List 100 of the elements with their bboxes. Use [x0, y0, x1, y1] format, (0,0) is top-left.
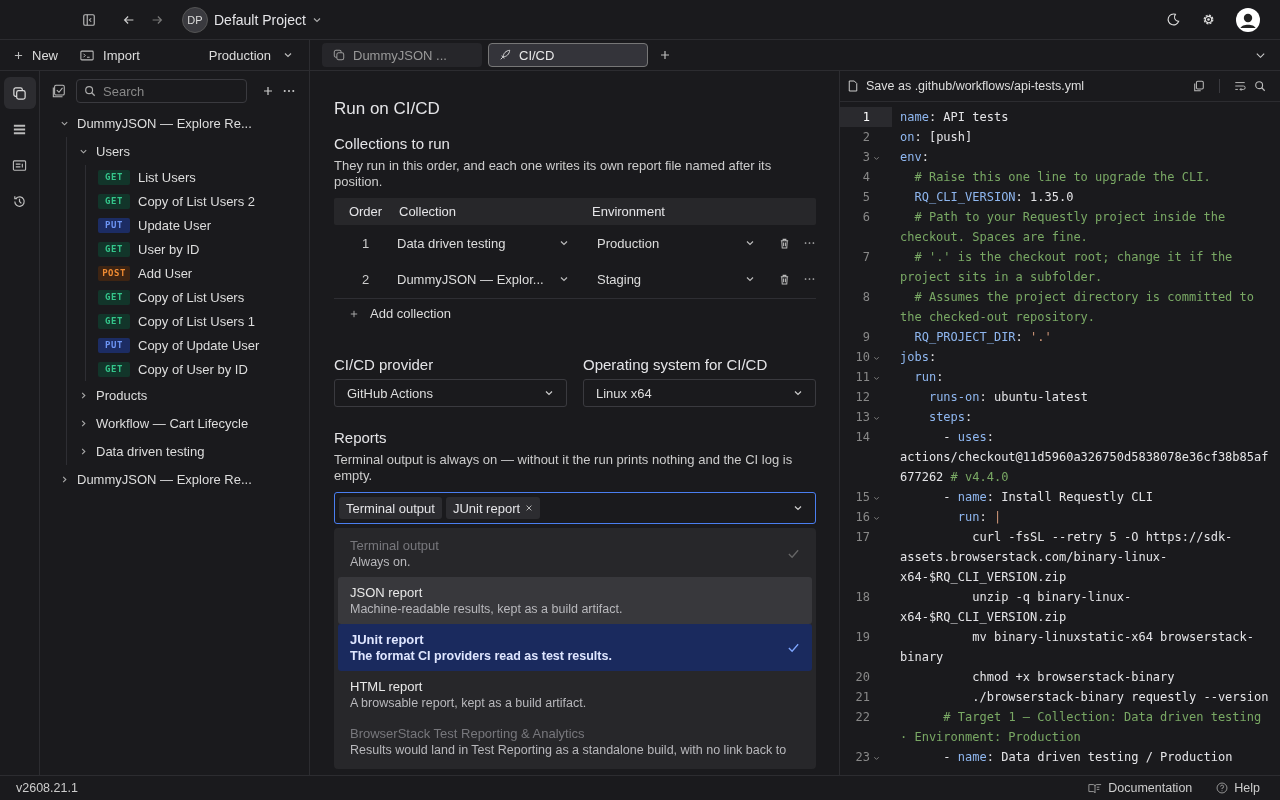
line-number: 8 [861, 289, 870, 306]
request-name: Copy of List Users 1 [138, 313, 256, 329]
search-field[interactable]: Search [76, 79, 247, 103]
code-line: # Target 1 — Collection: Data driven testing · Environment: Production [900, 709, 1263, 746]
caret-icon [544, 388, 554, 398]
collection-name: DummyJSON — Explore Re... [77, 115, 252, 131]
import-button[interactable]: Import [80, 47, 140, 63]
fold-icon[interactable] [873, 415, 880, 422]
new-button[interactable]: New [14, 47, 58, 63]
terminal-icon [80, 49, 94, 61]
request-item[interactable]: GET Copy of User by ID [98, 357, 295, 381]
folder-item[interactable]: Workflow — Cart Lifecycle [79, 409, 295, 437]
help-link[interactable]: Help [1216, 781, 1260, 795]
tab[interactable]: CI/CD [488, 43, 648, 67]
documentation-link[interactable]: Documentation [1088, 781, 1193, 795]
collection-item[interactable]: DummyJSON — Explore Re... [52, 465, 295, 493]
environment-select[interactable]: Production [581, 235, 767, 251]
request-name: Update User [138, 217, 211, 233]
search-icon[interactable] [1254, 80, 1266, 92]
method-badge: PUT [98, 337, 130, 353]
provider-select[interactable]: GitHub Actions [334, 379, 567, 407]
tab[interactable]: DummyJSON ... [322, 43, 482, 67]
collection-select[interactable]: DummyJSON — Explor... [397, 271, 581, 287]
method-badge: GET [98, 361, 130, 377]
reports-select[interactable]: Terminal output JUnit report [334, 492, 816, 524]
checklist-icon[interactable] [52, 84, 66, 98]
trash-icon[interactable] [779, 237, 790, 249]
folder-item[interactable]: Data driven testing [79, 437, 295, 465]
rocket-icon [499, 49, 511, 61]
add-icon[interactable] [263, 86, 273, 96]
menu-option[interactable]: JUnit report The format CI providers read as test results. [338, 624, 812, 671]
user-avatar-icon[interactable] [1236, 7, 1260, 32]
request-item[interactable]: GET Copy of List Users 1 [98, 309, 295, 333]
collection-item[interactable]: DummyJSON — Explore Re... [52, 109, 295, 137]
request-item[interactable]: POST Add User [98, 261, 295, 285]
moon-icon[interactable] [1166, 12, 1181, 27]
project-switcher[interactable]: DP Default Project [182, 6, 322, 33]
copy-icon[interactable] [1193, 80, 1205, 92]
fold-icon[interactable] [873, 375, 880, 382]
request-item[interactable]: PUT Copy of Update User [98, 333, 295, 357]
fold-icon[interactable] [873, 355, 880, 362]
sidebar-toggle-icon[interactable] [82, 12, 96, 27]
request-name: User by ID [138, 241, 200, 257]
project-avatar: DP [182, 6, 208, 33]
line-number: 2 [861, 129, 870, 146]
environment-select[interactable]: Production [208, 47, 293, 63]
folder-name: Users [96, 143, 130, 159]
folder-item[interactable]: Products [79, 381, 295, 409]
more-icon[interactable] [804, 277, 815, 281]
menu-option[interactable]: JSON report Machine-readable results, kept as a build artifact. [338, 577, 812, 624]
collections-icon[interactable] [3, 77, 36, 109]
add-collection-button[interactable]: Add collection [334, 298, 816, 328]
caret-icon [283, 50, 293, 60]
collection-select[interactable]: Data driven testing [397, 235, 581, 251]
search-icon [84, 85, 96, 97]
fold-icon[interactable] [873, 755, 880, 762]
code-line: - name: Data driven testing / Production [942, 749, 1234, 766]
line-number: 18 [854, 589, 870, 606]
add-tab-icon[interactable] [660, 50, 670, 60]
method-badge: GET [98, 241, 130, 257]
option-title: HTML report [350, 679, 424, 694]
folder-item[interactable]: Users [79, 137, 295, 165]
wrap-icon[interactable] [1234, 80, 1246, 92]
caret-icon [793, 503, 803, 513]
line-number: 11 [854, 369, 870, 386]
line-number: 6 [861, 209, 870, 226]
menu-option[interactable]: HTML report A browsable report, kept as a build artifact. [338, 671, 812, 718]
code-line: RQ_CLI_VERSION: 1.35.0 [913, 189, 1075, 206]
field-label: CI/CD provider [334, 356, 435, 373]
code-line: - uses: actions/checkout@11d5960a326750d5838078e36cf38b85af677262 # v4.4.0 [900, 429, 1270, 486]
fold-icon[interactable] [873, 155, 880, 162]
code-line: chmod +x browserstack-binary [971, 669, 1176, 686]
os-select[interactable]: Linux x64 [583, 379, 816, 407]
line-number: 4 [861, 169, 870, 186]
request-item[interactable]: PUT Update User [98, 213, 295, 237]
settings-icon[interactable] [1201, 12, 1216, 27]
trash-icon[interactable] [779, 273, 790, 285]
code-line: run: [913, 369, 945, 386]
line-number: 15 [854, 489, 870, 506]
plus-icon [14, 50, 23, 60]
more-icon[interactable] [283, 89, 295, 93]
line-number: 9 [861, 329, 870, 346]
method-badge: GET [98, 169, 130, 185]
option-description: Machine-readable results, kept as a build artifact. [350, 602, 624, 616]
fold-icon[interactable] [873, 515, 880, 522]
method-badge: POST [98, 265, 130, 281]
request-item[interactable]: GET User by ID [98, 237, 295, 261]
more-icon[interactable] [804, 241, 815, 245]
request-item[interactable]: GET List Users [98, 165, 295, 189]
request-item[interactable]: GET Copy of List Users [98, 285, 295, 309]
option-description: The format CI providers read as test results. [350, 649, 613, 663]
report-chip: Terminal output [339, 497, 442, 519]
fold-icon[interactable] [873, 495, 880, 502]
code-line: runs-on: ubuntu-latest [927, 389, 1089, 406]
version-label: v2608.21.1 [16, 781, 78, 795]
line-number: 7 [861, 249, 870, 266]
page-title: Run on CI/CD [334, 99, 441, 119]
environment-select[interactable]: Staging [581, 271, 767, 287]
request-item[interactable]: GET Copy of List Users 2 [98, 189, 295, 213]
close-icon[interactable] [525, 504, 534, 512]
